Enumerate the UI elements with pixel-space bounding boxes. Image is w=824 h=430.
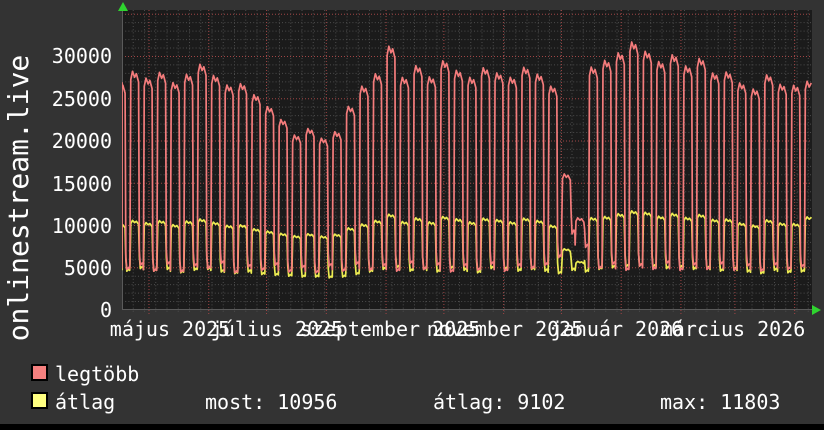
rrd-graph: onlinestream.live 30000 25000 20000 1500… xyxy=(0,0,824,430)
stat-atlag-label: átlag: xyxy=(433,390,506,414)
y-tick-label: 10000 xyxy=(51,214,112,238)
stat-max-label: max: xyxy=(660,390,709,414)
stat-most-value: 10956 xyxy=(277,390,338,414)
y-axis-arrow-icon xyxy=(118,2,128,11)
legend-swatch-atlag xyxy=(31,392,48,409)
y-tick-label: 0 xyxy=(99,298,112,322)
stat-most-label: most: xyxy=(205,390,266,414)
stat-max: max: 11803 xyxy=(660,392,780,412)
y-tick-label: 25000 xyxy=(51,87,112,111)
legend-label-atlag: átlag xyxy=(55,390,116,414)
stat-atlag: átlag: 9102 xyxy=(433,392,565,412)
y-tick-label: 20000 xyxy=(51,129,112,153)
y-tick-label: 30000 xyxy=(51,44,112,68)
y-tick-label: 15000 xyxy=(51,172,112,196)
stat-atlag-value: 9102 xyxy=(517,390,566,414)
stat-most: most: 10956 xyxy=(205,392,337,412)
stat-max-value: 11803 xyxy=(720,390,781,414)
bottom-black-bar xyxy=(0,424,824,430)
legend-swatch-legtobb xyxy=(31,364,48,381)
x-axis-arrow-icon xyxy=(812,305,821,315)
y-tick-label: 5000 xyxy=(63,256,112,280)
x-tick-label: március 2026 xyxy=(660,317,806,341)
plot-area xyxy=(122,10,812,315)
legend-label-legtobb: legtöbb xyxy=(55,362,140,386)
